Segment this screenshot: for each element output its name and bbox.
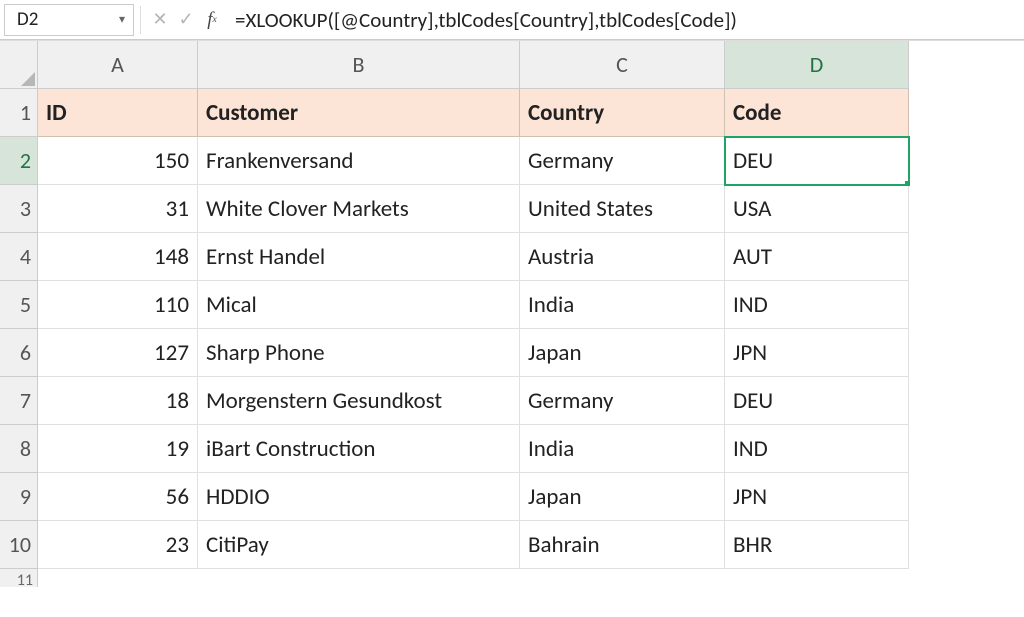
row-header-10[interactable]: 10 [0,521,38,569]
table-header-cell: ID [38,89,198,137]
cell-country[interactable]: India [520,425,725,473]
row-header-7[interactable]: 7 [0,377,38,425]
cell-code[interactable]: DEU [725,377,909,425]
chevron-down-icon[interactable]: ▾ [119,12,125,27]
cell-customer[interactable]: iBart Construction [198,425,520,473]
fx-icon[interactable]: fx [199,6,225,34]
cell-country[interactable]: Austria [520,233,725,281]
cancel-icon[interactable]: ✕ [147,6,173,34]
row-header-1[interactable]: 1 [0,89,38,137]
table-header-cell: Country [520,89,725,137]
cell-country[interactable]: United States [520,185,725,233]
cell-id[interactable]: 23 [38,521,198,569]
cell-customer[interactable]: CitiPay [198,521,520,569]
formula-text: =XLOOKUP([@Country],tblCodes[Country],tb… [235,7,737,33]
table-header-cell: Customer [198,89,520,137]
cell-id[interactable]: 18 [38,377,198,425]
cell-customer[interactable]: Frankenversand [198,137,520,185]
cell-id[interactable]: 150 [38,137,198,185]
cell-customer[interactable]: White Clover Markets [198,185,520,233]
cell-country[interactable]: Bahrain [520,521,725,569]
cell-customer[interactable]: Mical [198,281,520,329]
cell-country[interactable]: Japan [520,473,725,521]
spreadsheet-grid[interactable]: ABCD 1IDCustomerCountryCode 2150Frankenver… [0,40,1024,617]
column-header-A[interactable]: A [38,41,198,89]
name-box-value: D2 [17,8,119,31]
row-header-3[interactable]: 3 [0,185,38,233]
column-header-D[interactable]: D [725,41,909,89]
row-header-9[interactable]: 9 [0,473,38,521]
cell-code[interactable]: USA [725,185,909,233]
cell-country[interactable]: Germany [520,137,725,185]
cell-id[interactable]: 148 [38,233,198,281]
formula-bar: D2 ▾ ✕ ✓ fx =XLOOKUP([@Country],tblCodes… [0,0,1024,40]
cell-id[interactable]: 127 [38,329,198,377]
cell-code[interactable]: AUT [725,233,909,281]
row-header-8[interactable]: 8 [0,425,38,473]
cell-id[interactable]: 110 [38,281,198,329]
name-box[interactable]: D2 ▾ [4,4,134,36]
cell-id[interactable]: 19 [38,425,198,473]
cell-code[interactable]: IND [725,281,909,329]
cell-id[interactable]: 56 [38,473,198,521]
formula-input[interactable]: =XLOOKUP([@Country],tblCodes[Country],tb… [225,4,1020,36]
cell-country[interactable]: India [520,281,725,329]
cell-code[interactable]: JPN [725,473,909,521]
cell-code[interactable]: BHR [725,521,909,569]
cell-code[interactable]: IND [725,425,909,473]
cell-country[interactable]: Germany [520,377,725,425]
cell-country[interactable]: Japan [520,329,725,377]
select-all-corner[interactable] [0,41,38,89]
table-header-cell: Code [725,89,909,137]
row-header-4[interactable]: 4 [0,233,38,281]
row-header-6[interactable]: 6 [0,329,38,377]
row-header-2[interactable]: 2 [0,137,38,185]
cell-customer[interactable]: HDDIO [198,473,520,521]
cell-code[interactable]: JPN [725,329,909,377]
column-header-B[interactable]: B [198,41,520,89]
row-header-5[interactable]: 5 [0,281,38,329]
cell-customer[interactable]: Morgenstern Gesundkost [198,377,520,425]
confirm-icon[interactable]: ✓ [173,6,199,34]
cell-customer[interactable]: Ernst Handel [198,233,520,281]
cell-code[interactable]: DEU [725,137,909,185]
cell-id[interactable]: 31 [38,185,198,233]
cell-customer[interactable]: Sharp Phone [198,329,520,377]
row-header-11[interactable]: 11 [0,569,38,587]
column-header-C[interactable]: C [520,41,725,89]
divider [140,6,141,34]
